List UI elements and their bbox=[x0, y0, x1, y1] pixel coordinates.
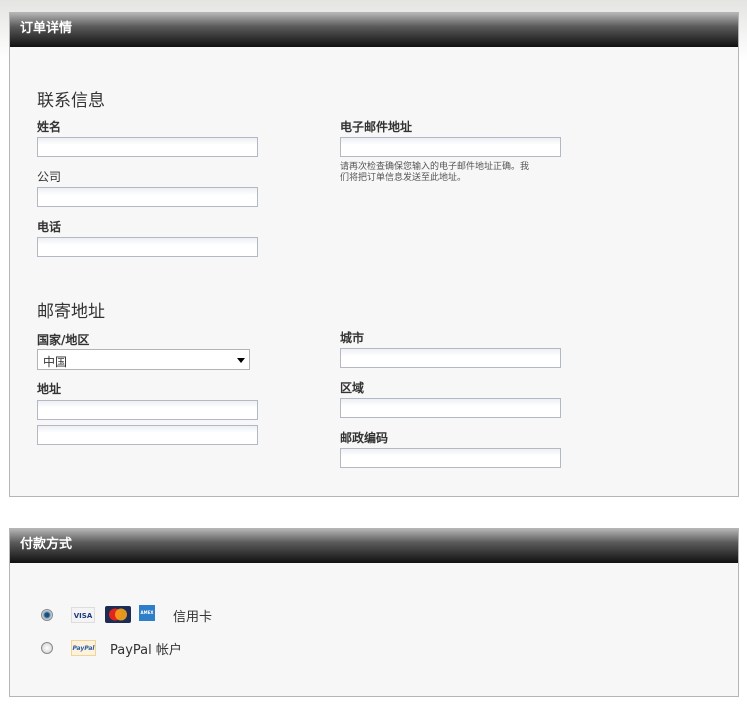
amex-icon: AMEX bbox=[139, 605, 155, 621]
email-input[interactable] bbox=[340, 137, 561, 157]
address-label: 地址 bbox=[37, 382, 62, 396]
city-label: 城市 bbox=[340, 331, 365, 345]
order-details-panel: 订单详情 联系信息 姓名 公司 电话 电子邮件地址 请再次检查确保您输入的电子邮… bbox=[9, 12, 739, 497]
payment-panel: 付款方式 VISA AMEX 信用卡 PayPal PayPal 帐户 bbox=[9, 528, 739, 697]
postal-input[interactable] bbox=[340, 448, 561, 468]
email-label: 电子邮件地址 bbox=[340, 120, 413, 134]
name-input[interactable] bbox=[37, 137, 258, 157]
address-line1-input[interactable] bbox=[37, 400, 258, 420]
region-input[interactable] bbox=[340, 398, 561, 418]
city-input[interactable] bbox=[340, 348, 561, 368]
paypal-label[interactable]: PayPal 帐户 bbox=[110, 639, 182, 658]
paypal-icon: PayPal bbox=[71, 640, 96, 656]
region-label: 区域 bbox=[340, 381, 365, 395]
company-label: 公司 bbox=[37, 170, 62, 184]
credit-card-label[interactable]: 信用卡 bbox=[173, 606, 212, 625]
email-hint: 请再次检查确保您输入的电子邮件地址正确。我们将把订单信息发送至此地址。 bbox=[340, 162, 530, 183]
country-select[interactable]: 中国 bbox=[37, 349, 250, 370]
company-input[interactable] bbox=[37, 187, 258, 207]
paypal-radio[interactable] bbox=[41, 642, 53, 654]
postal-label: 邮政编码 bbox=[340, 431, 389, 445]
visa-icon: VISA bbox=[71, 607, 95, 623]
credit-card-radio[interactable] bbox=[41, 609, 53, 621]
address-line2-input[interactable] bbox=[37, 425, 258, 445]
contact-heading: 联系信息 bbox=[37, 91, 105, 111]
panel-header: 付款方式 bbox=[10, 529, 738, 563]
phone-input[interactable] bbox=[37, 237, 258, 257]
panel-header: 订单详情 bbox=[10, 13, 738, 47]
phone-label: 电话 bbox=[37, 220, 62, 234]
country-label: 国家/地区 bbox=[37, 333, 90, 347]
mastercard-icon bbox=[105, 606, 131, 623]
name-label: 姓名 bbox=[37, 120, 62, 134]
shipping-heading: 邮寄地址 bbox=[37, 302, 105, 322]
